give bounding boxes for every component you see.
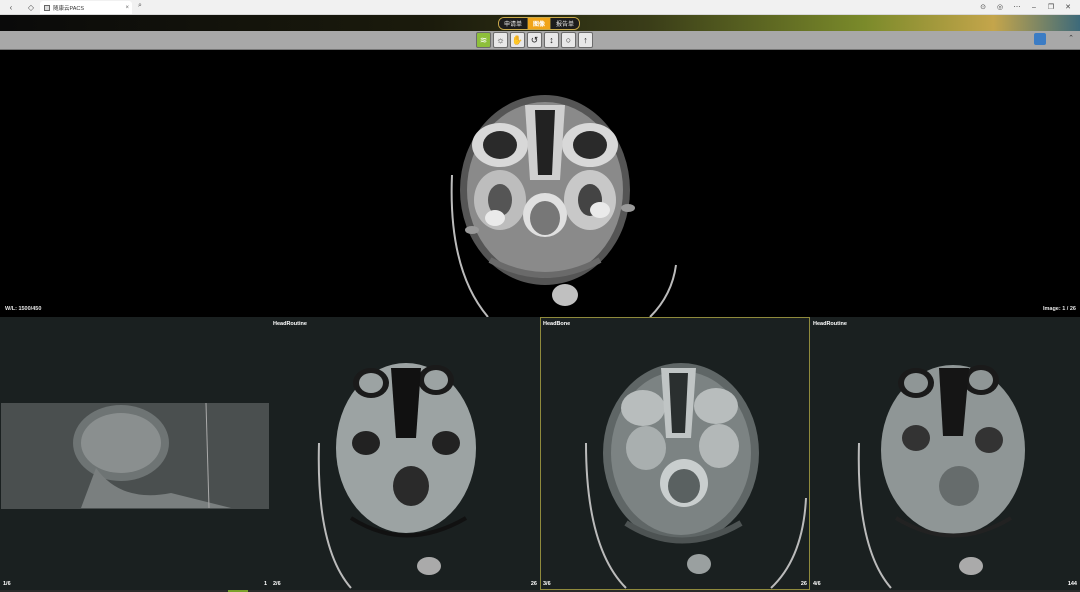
restore-icon[interactable]: ❐ xyxy=(1045,1,1057,13)
thumbnail-count: 1 xyxy=(263,581,267,587)
circle-icon[interactable]: ○ xyxy=(561,32,576,48)
tab-request-form[interactable]: 申请单 xyxy=(499,18,529,29)
browser-bar: ‹ ◇ 随康云PACS × ⌕ ⊙ ◎ ⋯ – ❐ ✕ xyxy=(0,0,1080,15)
rotate-icon[interactable]: ↺ xyxy=(527,32,542,48)
close-icon[interactable]: ✕ xyxy=(1062,1,1074,13)
more-icon[interactable]: ⋯ xyxy=(1011,1,1023,13)
brightness-icon[interactable]: ☼ xyxy=(493,32,508,48)
series-thumbnails: 1/6 1 HeadRoutine 2/6 26 HeadBone 3/6 26… xyxy=(0,317,1080,592)
app-header: 申请单 图像 报告单 xyxy=(0,15,1080,31)
layers-icon[interactable]: ≋ xyxy=(476,32,491,48)
browser-tab[interactable]: 随康云PACS × xyxy=(40,1,132,14)
scroll-icon[interactable]: ↕ xyxy=(544,32,559,48)
thumbnail-count: 144 xyxy=(1067,581,1077,587)
window-controls: ⊙ ◎ ⋯ – ❐ ✕ xyxy=(977,1,1074,13)
thumbnail-count: 26 xyxy=(800,581,807,587)
download-icon[interactable]: ⊙ xyxy=(977,1,989,13)
back-icon[interactable]: ‹ xyxy=(4,0,18,14)
ct-main-image xyxy=(450,95,677,317)
thumbnail-index: 1/6 xyxy=(3,581,11,587)
expand-icon[interactable]: ⌃ xyxy=(1068,34,1074,42)
series-name: HeadRoutine xyxy=(813,321,847,327)
home-icon[interactable]: ◇ xyxy=(24,0,38,14)
head-routine-image xyxy=(317,363,476,589)
tab-images[interactable]: 图像 xyxy=(528,18,552,29)
thumbnail-count: 26 xyxy=(530,581,537,587)
thumbnail-series-1[interactable]: 1/6 1 xyxy=(0,317,270,590)
thumbnail-series-4[interactable]: HeadRoutine 4/6 144 xyxy=(810,317,1080,590)
tab-report[interactable]: 报告单 xyxy=(551,18,580,29)
thumbnail-series-3[interactable]: HeadBone 3/6 26 xyxy=(540,317,810,590)
tab-close-icon[interactable]: × xyxy=(125,5,132,11)
thumbnail-index: 3/6 xyxy=(543,581,551,587)
favicon-icon xyxy=(44,4,50,11)
window-level-label: W/L: 1500/450 xyxy=(5,306,42,312)
tab-title: 随康云PACS xyxy=(53,5,85,12)
thumbnail-series-2[interactable]: HeadRoutine 2/6 26 xyxy=(270,317,540,590)
hand-icon[interactable]: ✋ xyxy=(510,32,525,48)
image-index-label: Image: 1 / 26 xyxy=(1042,306,1076,312)
search-icon[interactable]: ⌕ xyxy=(138,2,142,10)
main-viewport[interactable]: W/L: 1500/450 Image: 1 / 26 xyxy=(0,50,1080,317)
thumbnail-index: 4/6 xyxy=(813,581,821,587)
scout-image xyxy=(1,402,269,509)
minimize-icon[interactable]: – xyxy=(1028,1,1040,13)
view-switcher: 申请单 图像 报告单 xyxy=(498,17,581,30)
image-toolbar: ≋ ☼ ✋ ↺ ↕ ○ ↑ ⌃ xyxy=(0,31,1080,50)
head-bone-image xyxy=(585,363,807,589)
series-name: HeadBone xyxy=(543,321,571,327)
series-name: HeadRoutine xyxy=(273,321,307,327)
app-logo-icon xyxy=(1034,33,1046,45)
globe-icon[interactable]: ◎ xyxy=(994,1,1006,13)
head-routine-image-2 xyxy=(857,365,1025,589)
thumbnail-index: 2/6 xyxy=(273,581,281,587)
arrow-icon[interactable]: ↑ xyxy=(578,32,593,48)
